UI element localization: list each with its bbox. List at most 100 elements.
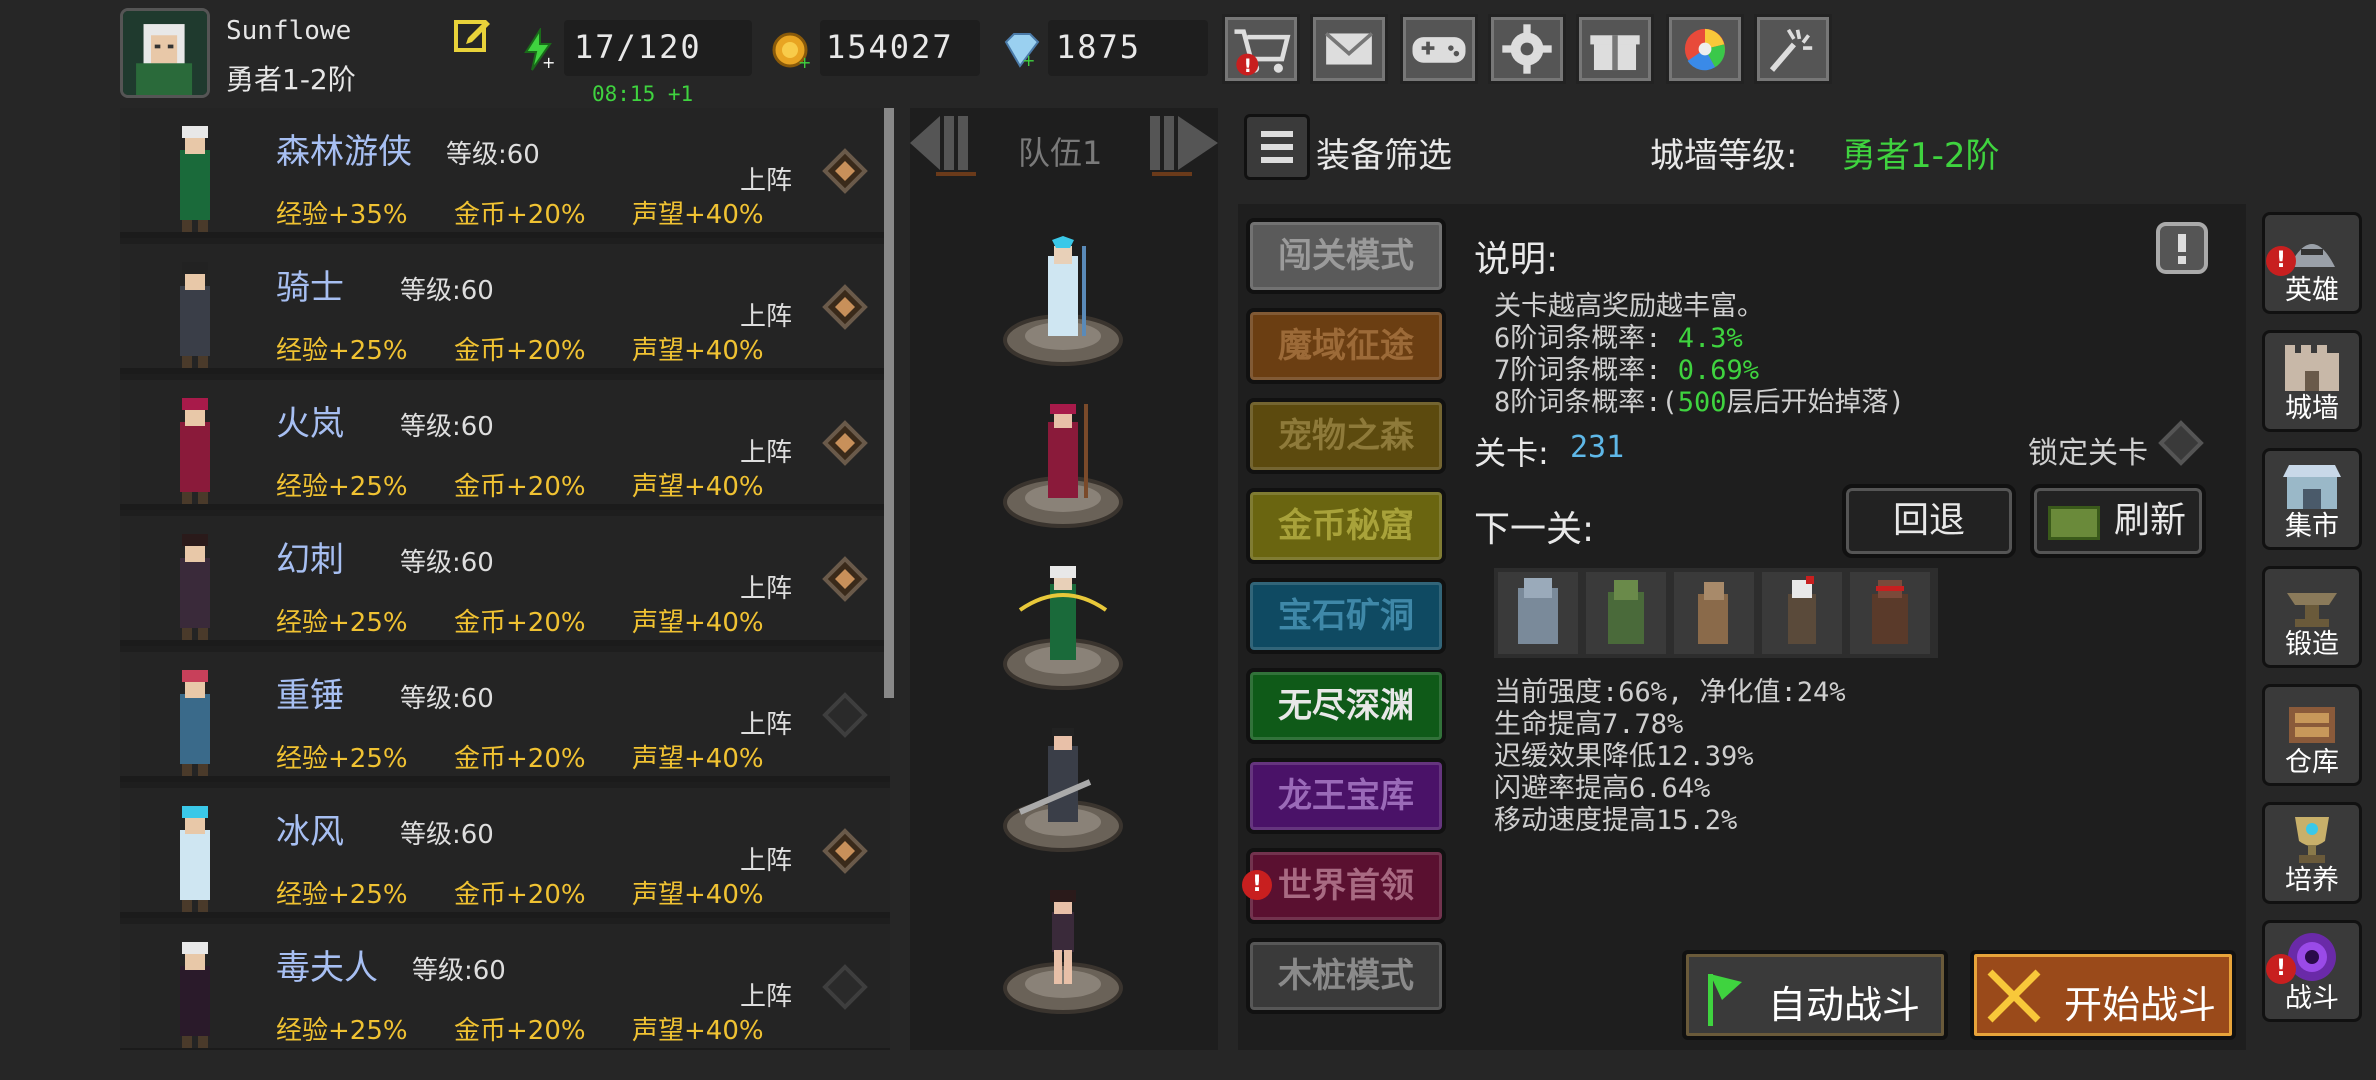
- mode-button[interactable]: 无尽深渊: [1246, 668, 1446, 744]
- gem-value: 1875: [1056, 28, 1142, 66]
- firework-icon[interactable]: [1754, 14, 1832, 84]
- wall-level-label: 城墙等级:: [1650, 136, 1798, 176]
- hero-level: 等级:60: [400, 684, 494, 714]
- hero-gold-bonus: 金币+20%: [454, 608, 586, 638]
- hero-name: 火岚: [276, 404, 344, 444]
- gamepad-icon[interactable]: [1400, 14, 1478, 84]
- equipment-filter-label[interactable]: 装备筛选: [1316, 128, 1452, 177]
- lock-stage-toggle[interactable]: [2158, 420, 2204, 466]
- sidebar-button[interactable]: 城墙: [2262, 330, 2362, 432]
- sidebar-button[interactable]: 培养: [2262, 802, 2362, 904]
- flag-icon: [1708, 974, 1742, 1026]
- hero-row[interactable]: 森林游侠 等级:60 经验+35% 金币+20% 声望+40% 上阵: [120, 108, 890, 238]
- mode-button[interactable]: 宠物之森: [1246, 398, 1446, 474]
- mode-button[interactable]: 金币秘窟: [1246, 488, 1446, 564]
- svg-text:!: !: [1244, 56, 1252, 77]
- hero-fame-bonus: 声望+40%: [632, 1016, 764, 1046]
- hero-exp-bonus: 经验+25%: [276, 472, 408, 502]
- player-name: Sunflowe: [226, 16, 352, 46]
- hero-row[interactable]: 冰风 等级:60 经验+25% 金币+20% 声望+40% 上阵: [120, 788, 890, 918]
- hero-name: 森林游侠: [276, 132, 412, 172]
- alert-badge: !: [2266, 954, 2296, 984]
- prev-team-arrow[interactable]: [906, 110, 984, 176]
- hero-row[interactable]: 重锤 等级:60 经验+25% 金币+20% 声望+40% 上阵: [120, 652, 890, 782]
- mode-button[interactable]: 魔域征途: [1246, 308, 1446, 384]
- hero-sprite: [140, 660, 250, 778]
- color-wheel-icon[interactable]: [1666, 14, 1744, 84]
- hero-sprite: [140, 116, 250, 234]
- hero-level: 等级:60: [446, 140, 540, 170]
- team-slot[interactable]: [1000, 722, 1126, 852]
- svg-text:+: +: [798, 53, 811, 70]
- enemy-portrait: [1674, 572, 1754, 654]
- sidebar-label: 锻造: [2285, 629, 2339, 660]
- next-team-arrow[interactable]: [1144, 110, 1222, 176]
- description-line: 8阶词条概率:(500层后开始掉落): [1494, 387, 1905, 418]
- hero-level: 等级:60: [412, 956, 506, 986]
- hero-row[interactable]: 毒夫人 等级:60 经验+25% 金币+20% 声望+40% 上阵: [120, 924, 890, 1050]
- enemy-preview: [1494, 568, 1938, 658]
- hero-deploy-toggle[interactable]: [822, 828, 868, 874]
- auto-battle-button[interactable]: 自动战斗: [1682, 950, 1948, 1040]
- filter-menu-button[interactable]: [1244, 114, 1310, 180]
- hero-deploy-toggle[interactable]: [822, 420, 868, 466]
- team-slot[interactable]: [1000, 236, 1126, 366]
- hero-row[interactable]: 幻刺 等级:60 经验+25% 金币+20% 声望+40% 上阵: [120, 516, 890, 646]
- hero-sprite: [140, 252, 250, 370]
- hero-exp-bonus: 经验+25%: [276, 1016, 408, 1046]
- start-battle-button[interactable]: 开始战斗: [1970, 950, 2236, 1040]
- gear-icon[interactable]: [1488, 14, 1566, 84]
- hero-deploy-toggle[interactable]: [822, 964, 868, 1010]
- sidebar-button[interactable]: 集市: [2262, 448, 2362, 550]
- hero-row[interactable]: 骑士 等级:60 经验+25% 金币+20% 声望+40% 上阵: [120, 244, 890, 374]
- sidebar-label: 培养: [2285, 865, 2339, 896]
- enemy-portrait: [1762, 572, 1842, 654]
- mail-icon[interactable]: [1310, 14, 1388, 84]
- refresh-button[interactable]: 刷新: [2030, 484, 2206, 558]
- gift-icon[interactable]: [1576, 14, 1654, 84]
- hero-exp-bonus: 经验+25%: [276, 880, 408, 910]
- hero-deploy-toggle[interactable]: [822, 284, 868, 330]
- enemy-portrait: [1850, 572, 1930, 654]
- team-slot[interactable]: [1000, 560, 1126, 690]
- team-slot[interactable]: [1000, 884, 1126, 1014]
- hero-exp-bonus: 经验+25%: [276, 744, 408, 774]
- hero-deploy-toggle[interactable]: [822, 148, 868, 194]
- hero-name: 重锤: [276, 676, 344, 716]
- sidebar-button[interactable]: 锻造: [2262, 566, 2362, 668]
- hero-deploy-toggle[interactable]: [822, 556, 868, 602]
- mode-button[interactable]: 闯关模式: [1246, 218, 1446, 294]
- info-icon[interactable]: [2156, 222, 2208, 274]
- sidebar-label: 集市: [2285, 511, 2339, 542]
- hero-name: 骑士: [276, 268, 344, 308]
- hero-sprite: [140, 388, 250, 506]
- hero-sprite: [140, 932, 250, 1050]
- gold-value: 154027: [826, 28, 954, 66]
- hero-name: 毒夫人: [276, 948, 378, 988]
- hero-name: 冰风: [276, 812, 344, 852]
- mode-button[interactable]: 木桩模式: [1246, 938, 1446, 1014]
- hero-deploy-label: 上阵: [740, 846, 793, 876]
- hero-sprite: [140, 524, 250, 642]
- back-button[interactable]: 回退: [1842, 484, 2016, 558]
- mode-button[interactable]: 龙王宝库: [1246, 758, 1446, 834]
- hero-row[interactable]: 火岚 等级:60 经验+25% 金币+20% 声望+40% 上阵: [120, 380, 890, 510]
- team-slot[interactable]: [1000, 398, 1126, 528]
- stage-label: 关卡:: [1474, 434, 1549, 472]
- energy-value: 17/120: [574, 28, 702, 66]
- hero-fame-bonus: 声望+40%: [632, 608, 764, 638]
- mode-button[interactable]: 世界首领: [1246, 848, 1446, 924]
- hero-list[interactable]: 森林游侠 等级:60 经验+35% 金币+20% 声望+40% 上阵 骑士 等级…: [120, 108, 890, 1050]
- hero-deploy-label: 上阵: [740, 982, 793, 1012]
- hero-deploy-toggle[interactable]: [822, 692, 868, 738]
- sidebar-button[interactable]: 仓库: [2262, 684, 2362, 786]
- gem-icon: +: [1000, 32, 1040, 70]
- hero-list-scrollbar[interactable]: [884, 108, 894, 698]
- description-title: 说明:: [1474, 239, 1559, 280]
- energy-icon: +: [520, 26, 556, 72]
- player-avatar[interactable]: [120, 8, 210, 98]
- cart-icon[interactable]: !: [1222, 14, 1300, 84]
- refresh-label: 刷新: [2113, 500, 2186, 541]
- edit-icon[interactable]: [452, 14, 492, 54]
- mode-button[interactable]: 宝石矿洞: [1246, 578, 1446, 654]
